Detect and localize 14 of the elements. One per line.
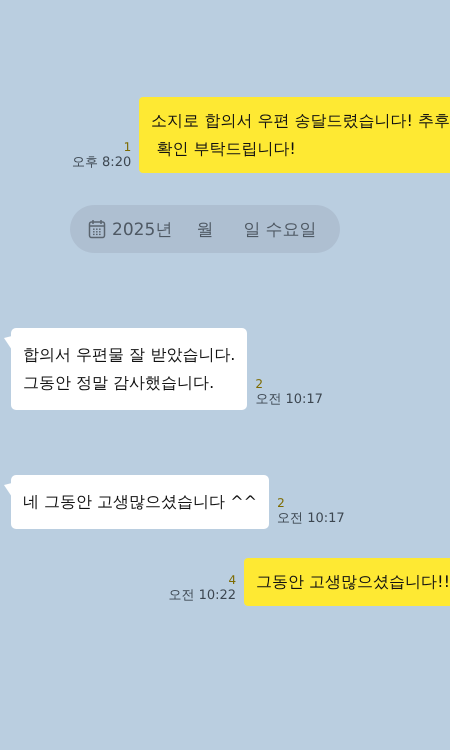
message-time: 오전 10:22 [168, 588, 236, 604]
message-time: 오전 10:17 [277, 511, 345, 527]
sent-message-bubble: 그동안 고생많으셨습니다!! [244, 558, 450, 606]
calendar-icon [88, 219, 106, 239]
unread-count: 4 [228, 573, 236, 588]
message-time: 오후 8:20 [72, 155, 132, 171]
unread-count: 2 [255, 377, 263, 392]
sent-message-bubble: 소지로 합의서 우편 송달드렸습니다! 추후 확인 부탁드립니다! [139, 97, 450, 173]
date-text: 일 수요일 [243, 218, 317, 240]
message-time: 오전 10:17 [255, 392, 323, 408]
date-text: 2025년 [112, 218, 172, 240]
unread-count: 2 [277, 496, 285, 511]
date-text: 월 [196, 218, 214, 240]
unread-count: 1 [124, 140, 132, 155]
